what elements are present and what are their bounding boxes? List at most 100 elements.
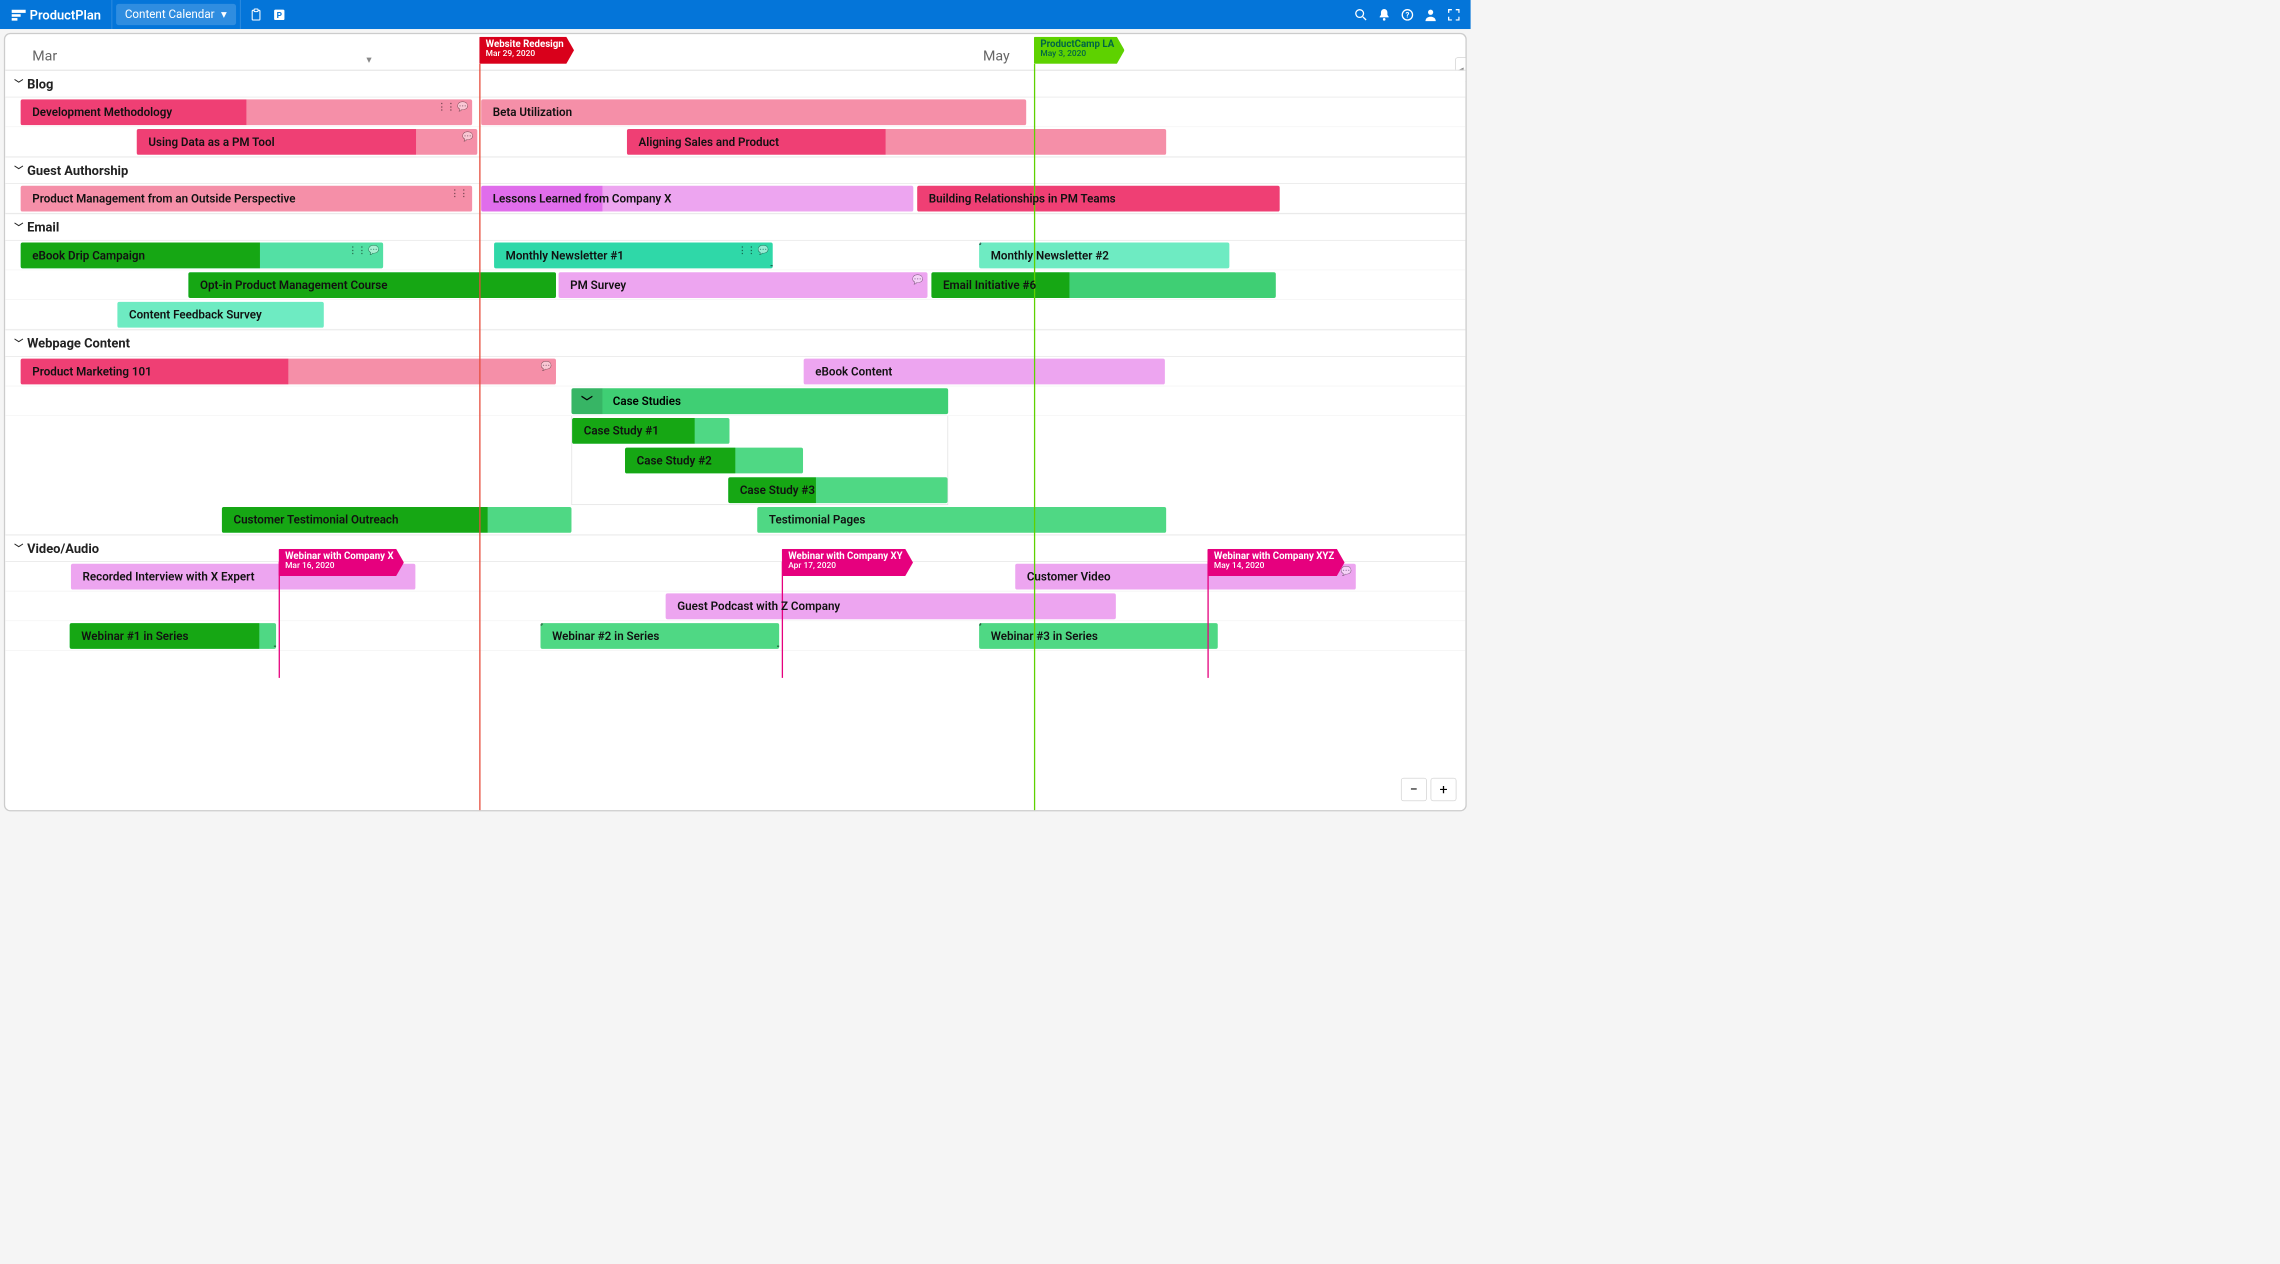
comment-icon[interactable]: 💬 bbox=[912, 275, 923, 285]
bar-label: eBook Content bbox=[815, 365, 892, 379]
drag-handle-icon[interactable]: ⋮⋮ bbox=[437, 102, 455, 112]
parking-icon[interactable]: P bbox=[267, 3, 290, 26]
clipboard-icon[interactable] bbox=[244, 3, 267, 26]
milestone-title: ProductCamp LA bbox=[1040, 38, 1114, 50]
roadmap-bar[interactable]: Case Study #3 bbox=[728, 477, 947, 503]
roadmap-bar[interactable]: eBook Content bbox=[804, 359, 1165, 385]
roadmap-bar[interactable]: Webinar #1 in Series⊸ bbox=[70, 623, 276, 649]
roadmap-bar[interactable]: Lessons Learned from Company X bbox=[481, 186, 913, 212]
roadmap-bar[interactable]: PM Survey💬 bbox=[559, 272, 928, 298]
svg-text:?: ? bbox=[1405, 10, 1409, 19]
dependency-in-icon: ⊸ bbox=[979, 623, 981, 629]
app-name: ProductPlan bbox=[30, 7, 101, 22]
lane-header[interactable]: ﹀Blog bbox=[5, 70, 1465, 97]
lane-title: Email bbox=[27, 219, 59, 234]
roadmap-bar[interactable]: Webinar #2 in Series⊸⊸ bbox=[541, 623, 780, 649]
roadmap-bar[interactable]: Guest Podcast with Z Company bbox=[666, 593, 1116, 619]
sort-caret-icon[interactable]: ▾ bbox=[366, 54, 371, 66]
roadmap-bar[interactable]: Monthly Newsletter #2⊸ bbox=[979, 243, 1229, 269]
roadmap-bar[interactable]: Development Methodology 💬⋮⋮ bbox=[21, 99, 473, 125]
roadmap-bar[interactable]: Testimonial Pages bbox=[757, 507, 1166, 533]
milestone-line bbox=[782, 562, 783, 678]
roadmap-bar[interactable]: Opt-in Product Management Course bbox=[188, 272, 556, 298]
chevron-down-icon: ﹀ bbox=[14, 542, 23, 555]
roadmap-bar[interactable]: Aligning Sales and Product bbox=[627, 129, 1166, 155]
search-icon[interactable] bbox=[1349, 3, 1372, 26]
roadmap-bar[interactable]: Customer Testimonial Outreach bbox=[222, 507, 572, 533]
lane-title: Webpage Content bbox=[27, 335, 130, 350]
lane-row: Guest Podcast with Z Company bbox=[5, 591, 1465, 621]
roadmap-bar[interactable]: Case Study #1 bbox=[572, 418, 729, 444]
milestone-line bbox=[1034, 64, 1035, 812]
topbar: ProductPlan Content Calendar ▾ P ? bbox=[0, 0, 1471, 29]
roadmap-bar[interactable]: Beta Utilization bbox=[481, 99, 1026, 125]
lane-row: eBook Drip Campaign💬⋮⋮ Monthly Newsletter… bbox=[5, 241, 1465, 271]
drag-handle-icon[interactable]: ⋮⋮ bbox=[738, 245, 756, 255]
svg-text:P: P bbox=[276, 11, 282, 21]
dependency-out-icon: ⊸ bbox=[770, 261, 772, 269]
roadmap-bar[interactable]: Content Feedback Survey bbox=[117, 302, 323, 328]
comment-icon[interactable]: 💬 bbox=[368, 245, 379, 255]
container-bar[interactable]: ﹀Case Studies bbox=[571, 388, 948, 414]
lane-header[interactable]: ﹀Webpage Content bbox=[5, 330, 1465, 357]
bar-label: Development Methodology bbox=[32, 105, 172, 119]
lane-row: Content Feedback Survey bbox=[5, 300, 1465, 330]
bar-label: Case Study #2 bbox=[637, 454, 712, 468]
roadmap-bar[interactable]: Webinar #3 in Series ⊸ bbox=[979, 623, 1218, 649]
milestone-line bbox=[1207, 562, 1208, 678]
logo-icon bbox=[12, 9, 26, 21]
app-logo[interactable]: ProductPlan bbox=[5, 7, 107, 22]
comment-icon[interactable]: 💬 bbox=[1341, 566, 1352, 576]
bar-label: Webinar #3 in Series bbox=[991, 629, 1098, 643]
roadmap-bar[interactable]: Product Marketing 101💬 bbox=[21, 359, 556, 385]
roadmap-bar[interactable]: Product Management from an Outside Persp… bbox=[21, 186, 473, 212]
roadmap-bar[interactable]: eBook Drip Campaign💬⋮⋮ bbox=[21, 243, 383, 269]
comment-icon[interactable]: 💬 bbox=[457, 102, 468, 112]
zoom-in-button[interactable]: + bbox=[1431, 778, 1457, 801]
lane-header[interactable]: ﹀Guest Authorship bbox=[5, 157, 1465, 184]
lane-row: Opt-in Product Management CoursePM Surve… bbox=[5, 270, 1465, 300]
lane-title: Video/Audio bbox=[27, 541, 99, 556]
drag-handle-icon[interactable]: ⋮⋮ bbox=[348, 245, 366, 255]
lane-row: Product Marketing 101💬 eBook Content bbox=[5, 357, 1465, 387]
collapse-button[interactable]: ﹀ bbox=[571, 388, 602, 414]
lane-row: Development Methodology 💬⋮⋮ Beta Utilizati… bbox=[5, 97, 1465, 127]
milestone-title: Webinar with Company XY bbox=[788, 550, 902, 562]
milestone-title: Webinar with Company X bbox=[285, 550, 393, 562]
webinar-milestone[interactable]: Webinar with Company XMar 16, 2020 bbox=[279, 549, 404, 576]
roadmap-bar[interactable]: Email Initiative #6 bbox=[931, 272, 1275, 298]
bar-label: Customer Video bbox=[1027, 570, 1111, 584]
divider bbox=[111, 0, 112, 29]
dependency-out-icon: ⊸ bbox=[274, 641, 276, 649]
milestone-flag[interactable]: ProductCamp LAMay 3, 2020 bbox=[1034, 37, 1125, 64]
roadmap-bar[interactable]: Building Relationships in PM Teams bbox=[917, 186, 1279, 212]
webinar-milestone[interactable]: Webinar with Company XYZMay 14, 2020 bbox=[1207, 549, 1344, 576]
milestone-flag[interactable]: Website RedesignMar 29, 2020 bbox=[479, 37, 574, 64]
dependency-in-icon: ⊸ bbox=[979, 243, 981, 249]
milestone-title: Website Redesign bbox=[486, 38, 564, 50]
zoom-out-button[interactable]: − bbox=[1401, 778, 1427, 801]
webinar-milestone[interactable]: Webinar with Company XYApr 17, 2020 bbox=[782, 549, 913, 576]
roadmap-bar[interactable]: Using Data as a PM Tool💬 bbox=[137, 129, 478, 155]
comment-icon[interactable]: 💬 bbox=[462, 132, 473, 142]
milestone-date: Apr 17, 2020 bbox=[788, 562, 902, 572]
plan-selector[interactable]: Content Calendar ▾ bbox=[116, 4, 236, 25]
bar-label: Lessons Learned from Company X bbox=[493, 192, 672, 206]
lane-header[interactable]: ﹀ Email bbox=[5, 213, 1465, 240]
chevron-down-icon: ﹀ bbox=[14, 221, 23, 234]
roadmap-canvas: ◀ Q2 Mar May ▾ Website RedesignMar 29, 2… bbox=[4, 33, 1467, 812]
roadmap-bar[interactable]: Monthly Newsletter #1💬⋮⋮⊸ bbox=[494, 243, 773, 269]
chevron-down-icon: ▾ bbox=[221, 8, 227, 22]
milestone-title: Webinar with Company XYZ bbox=[1214, 550, 1334, 562]
help-icon[interactable]: ? bbox=[1396, 3, 1419, 26]
milestone-date: Mar 29, 2020 bbox=[486, 50, 564, 60]
drag-handle-icon[interactable]: ⋮⋮ bbox=[450, 188, 468, 198]
comment-icon[interactable]: 💬 bbox=[758, 245, 769, 255]
fullscreen-icon[interactable] bbox=[1442, 3, 1465, 26]
roadmap-bar[interactable]: Case Study #2 bbox=[625, 448, 803, 474]
user-icon[interactable] bbox=[1419, 3, 1442, 26]
comment-icon[interactable]: 💬 bbox=[541, 361, 552, 371]
bar-label: Case Study #3 bbox=[740, 483, 815, 497]
bell-icon[interactable] bbox=[1373, 3, 1396, 26]
lanes-container: ﹀BlogDevelopment Methodology💬⋮⋮Beta Util… bbox=[5, 70, 1465, 651]
